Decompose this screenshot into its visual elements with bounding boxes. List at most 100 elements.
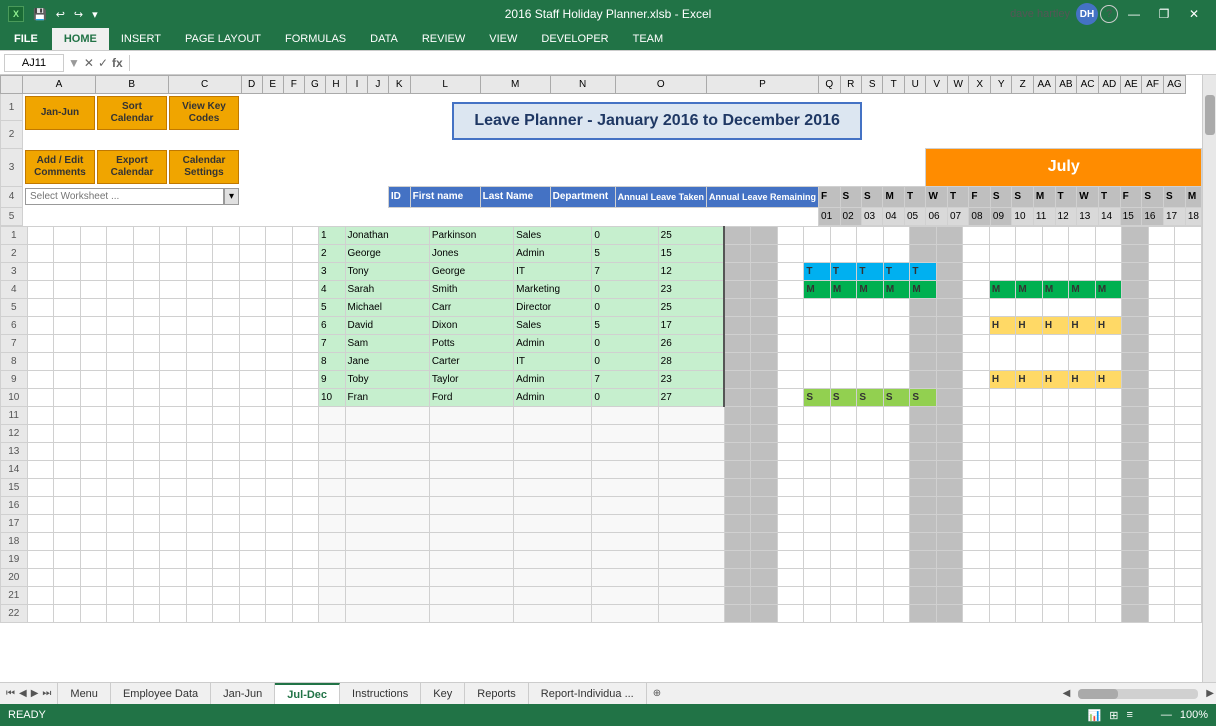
cell-id-2[interactable]: 2 <box>319 244 346 262</box>
empty-data-cell[interactable] <box>592 586 658 604</box>
empty-cal-cell[interactable] <box>910 496 937 514</box>
empty-cal-cell[interactable] <box>1148 514 1175 532</box>
cal-cell-4-5[interactable]: M <box>830 280 857 298</box>
cal-cell-6-11[interactable]: H <box>989 316 1016 334</box>
empty-cal-cell[interactable] <box>989 406 1016 424</box>
cal-cell-5-7[interactable] <box>883 298 910 316</box>
empty-cal-cell[interactable] <box>883 532 910 550</box>
empty-data-cell[interactable] <box>514 424 592 442</box>
cal-cell-7-11[interactable] <box>989 334 1016 352</box>
cal-cell-8-6[interactable] <box>857 352 884 370</box>
cal-cell-9-9[interactable] <box>936 370 963 388</box>
empty-data-cell[interactable] <box>658 514 724 532</box>
cal-cell-8-3[interactable] <box>777 352 804 370</box>
empty-data-cell[interactable] <box>658 442 724 460</box>
cell-taken-9[interactable]: 7 <box>592 370 658 388</box>
empty-data-cell[interactable] <box>429 586 513 604</box>
calendar-settings-button[interactable]: Calendar Settings <box>169 150 239 184</box>
empty-cal-cell[interactable] <box>963 550 990 568</box>
empty-data-cell[interactable] <box>429 478 513 496</box>
empty-cal-cell[interactable] <box>857 586 884 604</box>
cal-cell-2-17[interactable] <box>1148 244 1175 262</box>
cal-cell-2-14[interactable] <box>1069 244 1096 262</box>
empty-cal-cell[interactable] <box>989 478 1016 496</box>
empty-data-cell[interactable] <box>592 532 658 550</box>
vertical-scrollbar[interactable] <box>1202 75 1216 682</box>
empty-cal-cell[interactable] <box>777 586 804 604</box>
empty-cal-cell[interactable] <box>989 550 1016 568</box>
cal-cell-9-2[interactable] <box>751 370 778 388</box>
empty-cal-cell[interactable] <box>804 460 831 478</box>
export-calendar-button[interactable]: Export Calendar <box>97 150 167 184</box>
cal-cell-1-1[interactable] <box>724 226 751 244</box>
cell-dept-3[interactable]: IT <box>514 262 592 280</box>
empty-cal-cell[interactable] <box>1175 550 1202 568</box>
cal-cell-9-13[interactable]: H <box>1042 370 1069 388</box>
cal-cell-7-8[interactable] <box>910 334 937 352</box>
cell-lastname-8[interactable]: Carter <box>429 352 513 370</box>
empty-data-cell[interactable] <box>345 442 429 460</box>
cell-taken-2[interactable]: 5 <box>592 244 658 262</box>
cell-dept-8[interactable]: IT <box>514 352 592 370</box>
empty-data-cell[interactable] <box>658 496 724 514</box>
empty-data-cell[interactable] <box>514 532 592 550</box>
empty-cal-cell[interactable] <box>936 496 963 514</box>
empty-cal-cell[interactable] <box>1148 604 1175 622</box>
cal-cell-1-15[interactable] <box>1095 226 1122 244</box>
empty-cal-cell[interactable] <box>1016 442 1043 460</box>
cal-cell-6-17[interactable] <box>1148 316 1175 334</box>
cell-lastname-3[interactable]: George <box>429 262 513 280</box>
empty-cal-cell[interactable] <box>1095 424 1122 442</box>
cal-cell-4-11[interactable]: M <box>989 280 1016 298</box>
help-button[interactable]: ? <box>1100 5 1118 23</box>
empty-cal-cell[interactable] <box>910 424 937 442</box>
cal-cell-2-11[interactable] <box>989 244 1016 262</box>
empty-cal-cell[interactable] <box>1042 514 1069 532</box>
empty-data-cell[interactable] <box>429 604 513 622</box>
empty-data-cell[interactable] <box>658 586 724 604</box>
empty-data-cell[interactable] <box>658 604 724 622</box>
cell-id-7[interactable]: 7 <box>319 334 346 352</box>
empty-cal-cell[interactable] <box>857 424 884 442</box>
empty-cal-cell[interactable] <box>1175 604 1202 622</box>
cal-cell-6-14[interactable]: H <box>1069 316 1096 334</box>
empty-cal-cell[interactable] <box>1095 442 1122 460</box>
empty-cal-cell[interactable] <box>777 424 804 442</box>
cell-lastname-5[interactable]: Carr <box>429 298 513 316</box>
tab-prev-button[interactable]: ◀ <box>17 688 29 699</box>
empty-data-cell[interactable] <box>345 478 429 496</box>
empty-cal-cell[interactable] <box>989 532 1016 550</box>
empty-data-cell[interactable] <box>429 460 513 478</box>
empty-data-cell[interactable] <box>514 406 592 424</box>
empty-cal-cell[interactable] <box>1016 424 1043 442</box>
empty-cal-cell[interactable] <box>1016 532 1043 550</box>
cell-dept-4[interactable]: Marketing <box>514 280 592 298</box>
jan-jun-button[interactable]: Jan-Jun <box>25 96 95 130</box>
empty-data-cell[interactable] <box>429 550 513 568</box>
cal-cell-9-14[interactable]: H <box>1069 370 1096 388</box>
cell-firstname-4[interactable]: Sarah <box>345 280 429 298</box>
empty-cal-cell[interactable] <box>936 460 963 478</box>
empty-cal-cell[interactable] <box>1122 586 1149 604</box>
empty-cal-cell[interactable] <box>804 586 831 604</box>
cal-cell-8-5[interactable] <box>830 352 857 370</box>
empty-cal-cell[interactable] <box>1122 496 1149 514</box>
empty-cal-cell[interactable] <box>910 586 937 604</box>
cal-cell-7-5[interactable] <box>830 334 857 352</box>
cell-id-9[interactable]: 9 <box>319 370 346 388</box>
cal-cell-4-13[interactable]: M <box>1042 280 1069 298</box>
cell-remaining-7[interactable]: 26 <box>658 334 724 352</box>
empty-cal-cell[interactable] <box>936 586 963 604</box>
empty-cal-cell[interactable] <box>1016 550 1043 568</box>
cal-cell-5-8[interactable] <box>910 298 937 316</box>
empty-cal-cell[interactable] <box>1069 496 1096 514</box>
empty-cal-cell[interactable] <box>936 406 963 424</box>
empty-data-cell[interactable] <box>319 442 346 460</box>
cal-cell-8-7[interactable] <box>883 352 910 370</box>
empty-cal-cell[interactable] <box>724 514 751 532</box>
empty-cal-cell[interactable] <box>1122 478 1149 496</box>
empty-cal-cell[interactable] <box>989 460 1016 478</box>
cell-dept-7[interactable]: Admin <box>514 334 592 352</box>
cal-cell-10-11[interactable] <box>989 388 1016 406</box>
empty-cal-cell[interactable] <box>804 604 831 622</box>
